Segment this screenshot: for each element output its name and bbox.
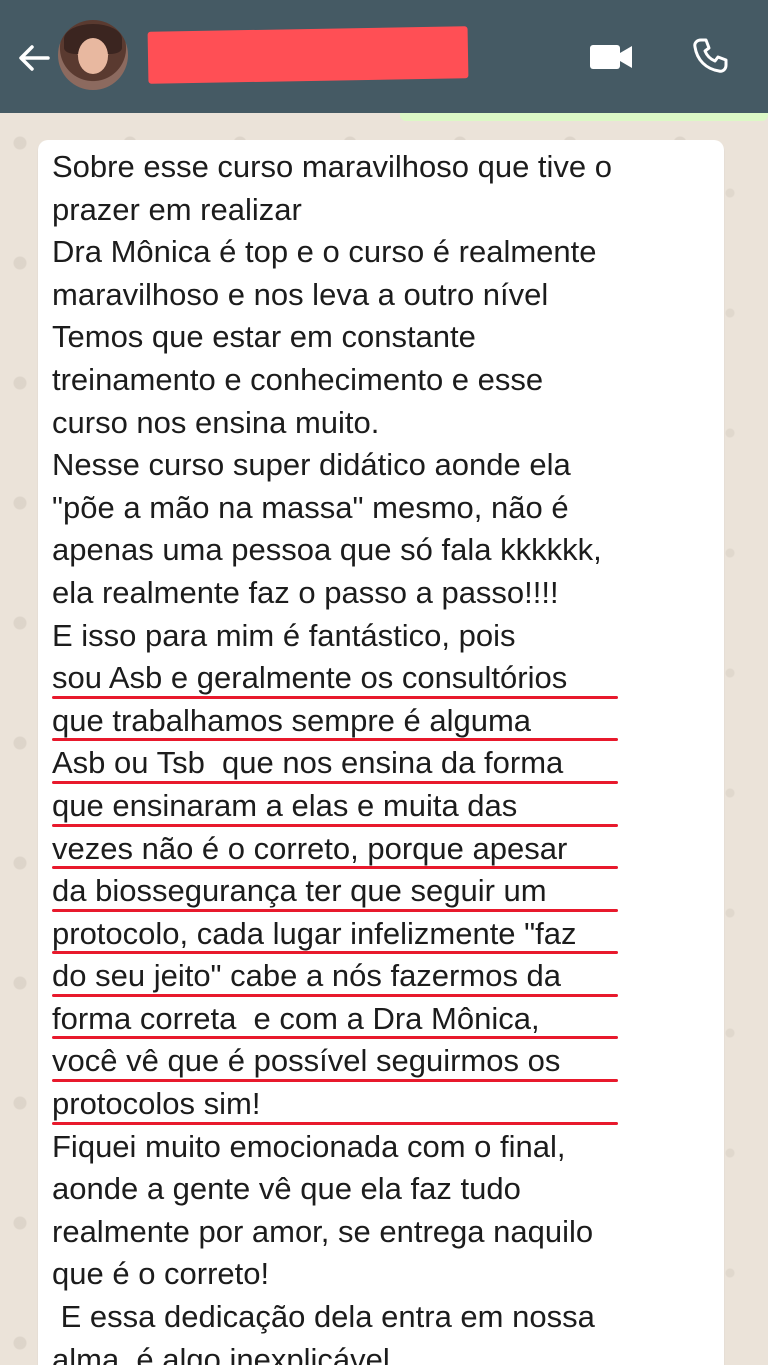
message-line: aonde a gente vê que ela faz tudo <box>52 1171 521 1207</box>
message-line: alma, é algo inexplicável <box>52 1341 390 1365</box>
underlined-message-line: que trabalhamos sempre é alguma <box>52 700 619 743</box>
message-line: curso nos ensina muito. <box>52 404 380 440</box>
message-line: "põe a mão na massa" mesmo, não é <box>52 489 569 525</box>
underlined-message-line: protocolos sim! <box>52 1083 619 1126</box>
message-line: Sobre esse curso maravilhoso que tive o <box>52 149 613 184</box>
message-line: E isso para mim é fantástico, pois <box>52 617 516 653</box>
underlined-message-line: que ensinaram a elas e muita das <box>52 785 619 828</box>
message-line: realmente por amor, se entrega naquilo <box>52 1213 594 1249</box>
underlined-message-line: Asb ou Tsb que nos ensina da forma <box>52 742 619 785</box>
underlined-message-line: sou Asb e geralmente os consultórios <box>52 657 619 700</box>
message-line: E essa dedicação dela entra em nossa <box>52 1299 595 1335</box>
underlined-message-line: vezes não é o correto, porque apesar <box>52 828 619 871</box>
chat-header <box>0 0 768 113</box>
avatar-face <box>78 38 108 74</box>
message-line: prazer em realizar <box>52 191 302 227</box>
message-line: Dra Mônica é top e o curso é realmente <box>52 234 597 270</box>
underlined-message-line: você vê que é possível seguirmos os <box>52 1040 619 1083</box>
message-line: Nesse curso super didático aonde ela <box>52 447 571 483</box>
message-line: Fiquei muito emocionada com o final, <box>52 1128 566 1164</box>
video-camera-icon[interactable] <box>588 40 634 74</box>
underlined-message-line: da biossegurança ter que seguir um <box>52 870 619 913</box>
message-line: Temos que estar em constante <box>52 319 476 355</box>
message-line: ela realmente faz o passo a passo!!!! <box>52 574 559 610</box>
message-line: maravilhoso e nos leva a outro nível <box>52 276 549 312</box>
message-line: treinamento e conhecimento e esse <box>52 361 544 397</box>
redaction-mark <box>147 26 469 84</box>
message-text: Sobre esse curso maravilhoso que tive o … <box>52 146 619 1365</box>
previous-message-edge <box>400 113 768 121</box>
underlined-message-line: forma correta e com a Dra Mônica, <box>52 998 619 1041</box>
phone-icon[interactable] <box>690 36 730 76</box>
message-line: apenas uma pessoa que só fala kkkkkk, <box>52 532 602 568</box>
arrow-left-icon[interactable] <box>14 38 54 78</box>
underlined-message-line: protocolo, cada lugar infelizmente "faz <box>52 913 619 956</box>
avatar[interactable] <box>58 20 128 90</box>
message-line: que é o correto! <box>52 1256 270 1292</box>
underlined-message-line: do seu jeito" cabe a nós fazermos da <box>52 955 619 998</box>
